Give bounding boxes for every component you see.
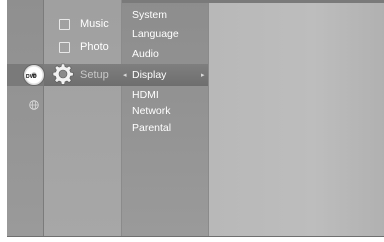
main-menu-photo[interactable]: Photo	[80, 41, 109, 53]
globe-icon	[29, 100, 39, 110]
submenu-item-parental[interactable]: Parental	[132, 122, 171, 134]
tv-screen: Music Photo Setup ◂ ▸ DVD System Languag…	[0, 0, 384, 242]
top-strip	[122, 0, 384, 3]
submenu-item-system[interactable]: System	[132, 9, 167, 21]
right-arrow-icon: ▸	[201, 72, 205, 79]
submenu-item-display[interactable]: Display	[132, 69, 166, 81]
device-column	[7, 0, 44, 236]
main-menu-setup[interactable]: Setup	[80, 69, 109, 81]
photo-icon	[59, 42, 70, 53]
submenu-item-language[interactable]: Language	[132, 28, 179, 40]
music-icon	[59, 19, 70, 30]
submenu-item-audio[interactable]: Audio	[132, 48, 159, 60]
disc-label: DVD	[26, 74, 37, 80]
submenu-item-hdmi[interactable]: HDMI	[132, 89, 159, 101]
submenu-item-network[interactable]: Network	[132, 105, 171, 117]
main-menu-music[interactable]: Music	[80, 18, 109, 30]
main-menu-column	[44, 0, 122, 236]
left-arrow-icon: ◂	[123, 72, 127, 79]
gear-icon	[52, 63, 74, 85]
content-area	[209, 0, 384, 236]
